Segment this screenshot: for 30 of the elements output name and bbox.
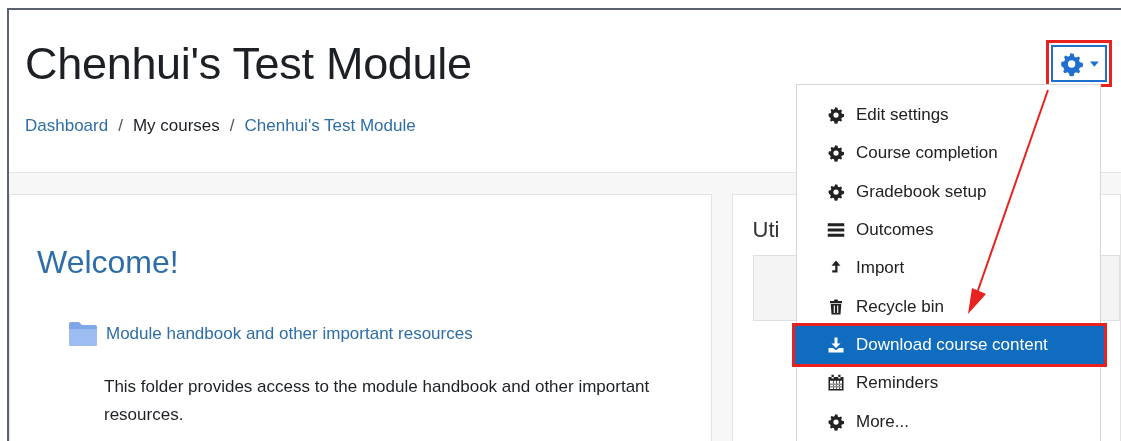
menu-item[interactable]: More... <box>797 402 1100 441</box>
section-heading: Welcome! <box>37 244 180 281</box>
breadcrumb-text: My courses <box>132 116 220 136</box>
breadcrumb-link[interactable]: Dashboard <box>25 116 109 136</box>
resource-description: This folder provides access to the module handbook and other important resources. <box>104 376 651 426</box>
gear-icon <box>827 182 845 201</box>
resource-link[interactable]: Module handbook and other important resources <box>106 324 473 344</box>
caret-icon <box>1090 60 1099 67</box>
folder-icon <box>68 321 98 347</box>
menu-item[interactable]: Recycle bin <box>797 287 1100 326</box>
menu-item[interactable]: Download course content <box>795 325 1104 365</box>
gear-icon <box>827 106 845 125</box>
trash-icon <box>827 297 845 316</box>
menu-item[interactable]: Course completion <box>797 134 1100 173</box>
menu-item[interactable]: Reminders <box>797 364 1100 403</box>
calendar-icon <box>827 374 845 393</box>
settings-icon <box>1059 50 1085 77</box>
download-icon <box>827 335 845 354</box>
block-title: Uti <box>752 217 780 243</box>
menu-item[interactable]: Edit settings <box>797 96 1100 135</box>
breadcrumb-separator: / <box>229 116 235 136</box>
menu-item[interactable]: Import <box>797 249 1100 288</box>
breadcrumb-link[interactable]: Chenhui's Test Module <box>244 116 416 136</box>
page-title: Chenhui's Test Module <box>25 38 472 90</box>
menu-item[interactable]: Outcomes <box>797 210 1100 250</box>
gear-icon <box>827 144 845 163</box>
list-icon <box>827 221 845 240</box>
gear-icon <box>827 412 845 431</box>
menu-item[interactable]: Gradebook setup <box>797 172 1100 211</box>
breadcrumb-separator: / <box>118 116 123 136</box>
